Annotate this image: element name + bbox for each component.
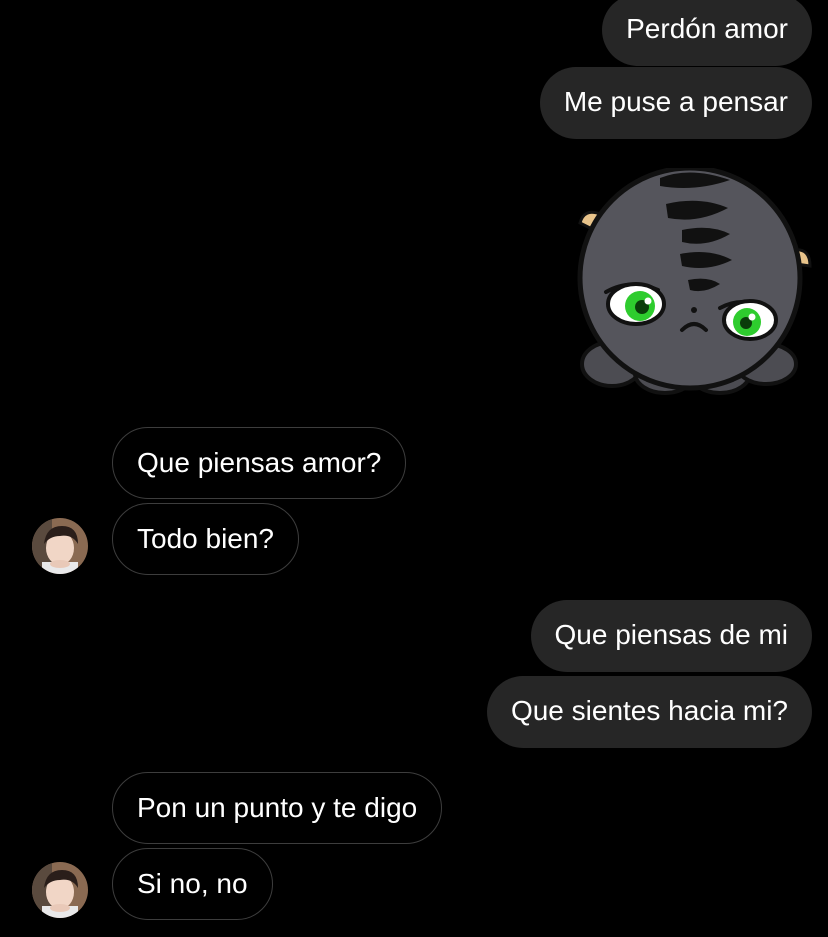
sent-message[interactable]: Que piensas de mi [530, 600, 812, 672]
received-message[interactable]: Si no, no [112, 848, 273, 920]
sad-black-cat-sticker-icon[interactable] [570, 168, 816, 398]
received-message[interactable]: Todo bien? [112, 503, 300, 575]
sent-message[interactable]: Perdón amor [602, 0, 812, 66]
received-message[interactable]: Que piensas amor? [112, 427, 407, 499]
sent-message[interactable]: Me puse a pensar [539, 67, 812, 139]
sent-message[interactable]: Que sientes hacia mi? [486, 676, 812, 748]
received-message[interactable]: Pon un punto y te digo [112, 772, 443, 844]
contact-avatar-icon[interactable] [32, 862, 88, 918]
contact-avatar-icon[interactable] [32, 518, 88, 574]
